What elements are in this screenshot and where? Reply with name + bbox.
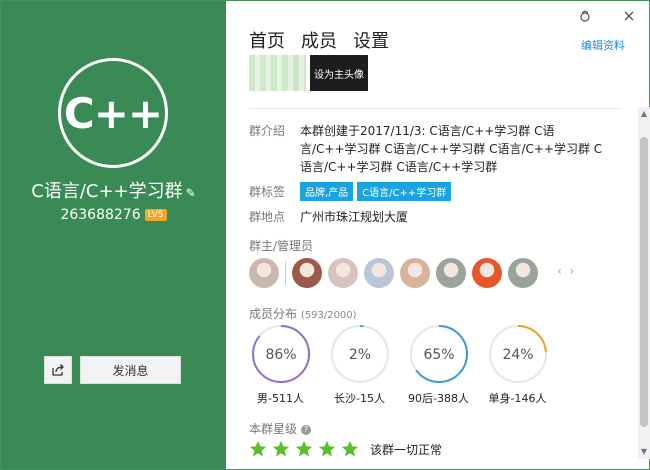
intro-text: 本群创建于2017/11/3: C语言/C++学习群 C语言/C++学习群 C语… [300,124,603,174]
progress-ring: 86% [251,325,310,383]
ring-percent: 2% [348,347,370,363]
star-icon [318,440,336,457]
progress-ring: 2% [330,325,389,383]
scrollbar[interactable]: ▲ ▼ [638,107,650,459]
star-icon [295,440,313,457]
ring-percent: 24% [502,347,533,363]
progress-ring: 24% [488,325,547,383]
avatar[interactable] [508,258,538,288]
share-button[interactable] [44,356,72,384]
star-icon [249,440,267,457]
tag-item[interactable]: 品牌,产品 [300,182,354,201]
share-icon [52,364,64,376]
set-avatar-thumbnail[interactable]: 设为主头像 [310,55,368,91]
close-icon[interactable] [622,9,636,23]
level-badge: LV5 [144,209,167,221]
ring-stat[interactable]: 24% 单身-146人 [486,324,549,406]
member-count: (593/2000) [300,310,357,321]
skin-icon[interactable] [578,9,592,23]
edit-name-icon[interactable]: ✎ [186,186,196,200]
tab-members[interactable]: 成员 [301,27,337,58]
admins-label: 群主/管理员 [249,239,314,253]
group-logo-text: C++ [63,88,163,138]
avatar[interactable] [292,258,322,288]
star-icon [341,440,359,457]
avatar[interactable] [472,258,502,288]
star-icon [272,440,290,457]
ring-label: 90后-388人 [408,392,469,405]
group-detail-panel: 首页 成员 设置 编辑资料 设为主头像 群介绍 本群创建于2017/11/3: … [226,1,650,469]
group-summary-panel: C++ C语言/C++学习群 ✎ 263688276 LV5 发消息 [1,1,226,469]
location-row: 群地点 广州市珠江规划大厦 [249,208,629,226]
ring-label: 男-511人 [257,392,304,405]
scroll-up-icon[interactable]: ▲ [638,109,650,119]
ring-stat[interactable]: 65% 90后-388人 [407,324,470,406]
tab-bar: 首页 成员 设置 [249,27,389,58]
group-id-line: 263688276 LV5 [1,207,226,223]
avatar[interactable] [249,258,279,288]
group-logo: C++ [58,58,168,168]
ring-percent: 65% [423,347,454,363]
tags-label: 群标签 [249,185,286,199]
chevron-right-icon[interactable]: › [569,264,574,278]
rating-label-line: 本群星级? [249,420,312,437]
avatar-pager: ‹ › [557,264,574,278]
rating-stars: 该群一切正常 [249,440,442,458]
tab-settings[interactable]: 设置 [353,27,389,58]
ring-label: 长沙-15人 [334,392,385,405]
group-profile-window: C++ C语言/C++学习群 ✎ 263688276 LV5 发消息 首页 成员 设… [0,0,650,470]
distribution-label-line: 成员分布 (593/2000) [249,305,357,322]
rating-label: 本群星级 [249,422,298,436]
group-photo-thumbnail[interactable] [249,55,306,91]
intro-row: 群介绍 本群创建于2017/11/3: C语言/C++学习群 C语言/C++学习… [249,122,629,182]
admin-avatar-list [249,258,538,288]
avatar[interactable] [436,258,466,288]
scroll-down-icon[interactable]: ▼ [638,447,650,457]
tags-row: 群标签 品牌,产品 C语言/C++学习群 [249,182,629,201]
tag-list: 品牌,产品 C语言/C++学习群 [300,182,455,201]
tag-item[interactable]: C语言/C++学习群 [357,182,452,201]
avatar-separator [285,261,286,285]
photo-strip: 设为主头像 [249,55,368,91]
divider [249,108,622,109]
distribution-label: 成员分布 [249,307,298,321]
scrollbar-thumb[interactable] [640,137,648,427]
group-id: 263688276 [60,207,141,223]
chevron-left-icon[interactable]: ‹ [557,264,562,278]
location-label: 群地点 [249,210,286,224]
distribution-rings: 86% 男-511人 2% 长沙-15人 65% 90后-388人 24% 单身… [249,324,549,406]
group-name: C语言/C++学习群 [31,181,183,202]
ring-stat[interactable]: 2% 长沙-15人 [328,324,391,406]
avatar[interactable] [400,258,430,288]
avatar[interactable] [364,258,394,288]
intro-label: 群介绍 [249,124,286,138]
tab-home[interactable]: 首页 [249,27,285,58]
help-icon[interactable]: ? [301,424,312,435]
progress-ring: 65% [409,325,468,383]
ring-label: 单身-146人 [488,392,547,405]
ring-percent: 86% [265,347,296,363]
send-message-button[interactable]: 发消息 [80,356,181,384]
rating-note: 该群一切正常 [370,442,443,457]
group-name-line: C语言/C++学习群 ✎ [1,177,226,203]
avatar[interactable] [328,258,358,288]
edit-profile-link[interactable]: 编辑资料 [581,37,625,53]
location-value: 广州市珠江规划大厦 [300,210,409,224]
ring-stat[interactable]: 86% 男-511人 [249,324,312,406]
